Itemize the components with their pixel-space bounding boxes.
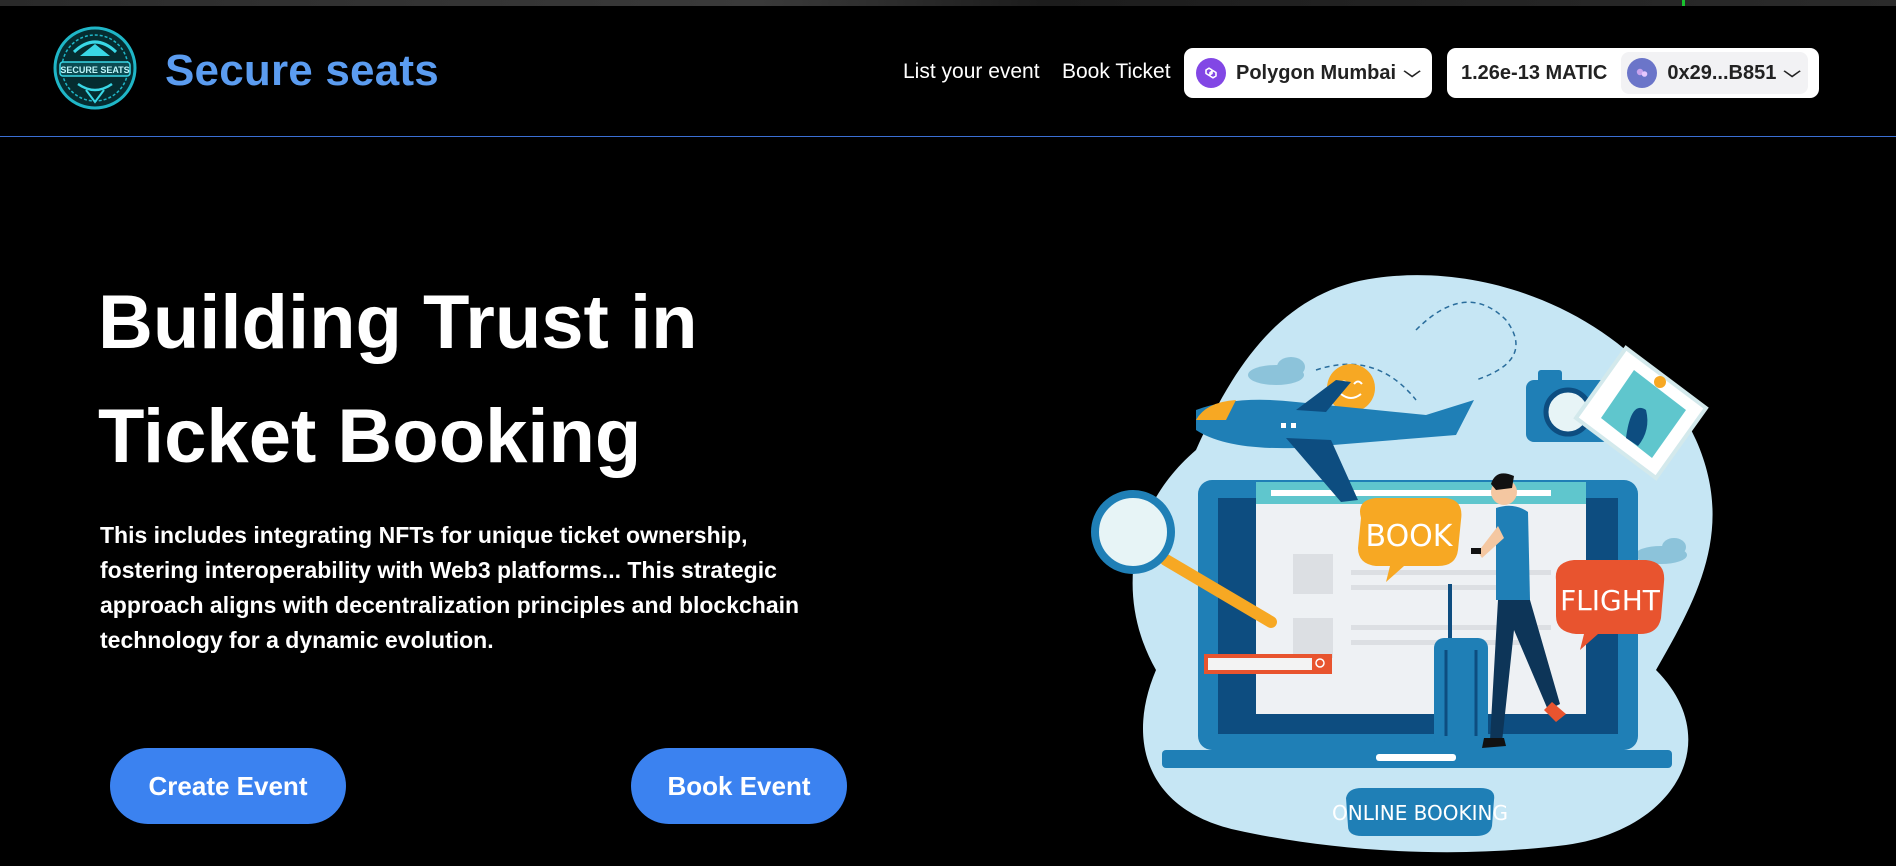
logo-text: SECURE SEATS [60, 65, 129, 75]
wallet-address: 0x29...B851 [1667, 61, 1777, 84]
navbar: SECURE SEATS Secure seats List your even… [0, 6, 1896, 137]
hero-title-line-1: Building Trust in [98, 280, 698, 365]
account-avatar [1627, 58, 1658, 88]
wallet-widget: 1.26e-13 MATIC 0x29...B851 ⌵ [1447, 48, 1819, 98]
hero-title-line-2: Ticket Booking [98, 394, 642, 479]
secure-seats-logo[interactable]: SECURE SEATS [52, 22, 138, 114]
nav-book-ticket[interactable]: Book Ticket [1062, 60, 1171, 84]
chevron-down-icon: ⌵ [1783, 64, 1801, 81]
nav-list-your-event[interactable]: List your event [903, 60, 1040, 84]
book-event-button[interactable]: Book Event [631, 748, 847, 824]
wallet-balance[interactable]: 1.26e-13 MATIC [1461, 62, 1607, 85]
network-switcher-button[interactable]: Polygon Mumbai ⌵ [1184, 48, 1432, 98]
brand-name[interactable]: Secure seats [165, 46, 439, 96]
online-booking-banner: ONLINE BOOKING [1332, 788, 1508, 836]
chevron-down-icon: ⌵ [1403, 64, 1421, 81]
flight-bubble-text: FLIGHT [1560, 584, 1661, 617]
book-bubble-text: BOOK [1366, 519, 1454, 554]
create-event-button[interactable]: Create Event [110, 748, 346, 824]
polygon-icon [1196, 58, 1226, 88]
hero-title: Building Trust in Ticket Booking [98, 266, 858, 494]
network-label: Polygon Mumbai [1236, 61, 1396, 84]
hero-description: This includes integrating NFTs for uniqu… [100, 522, 800, 653]
online-booking-illustration: BOOK FLIGHT ONLINE BOOKING [1091, 275, 1713, 853]
account-button[interactable]: 0x29...B851 ⌵ [1621, 52, 1809, 94]
banner-text: ONLINE BOOKING [1332, 801, 1508, 825]
search-bar-icon [1204, 654, 1332, 674]
